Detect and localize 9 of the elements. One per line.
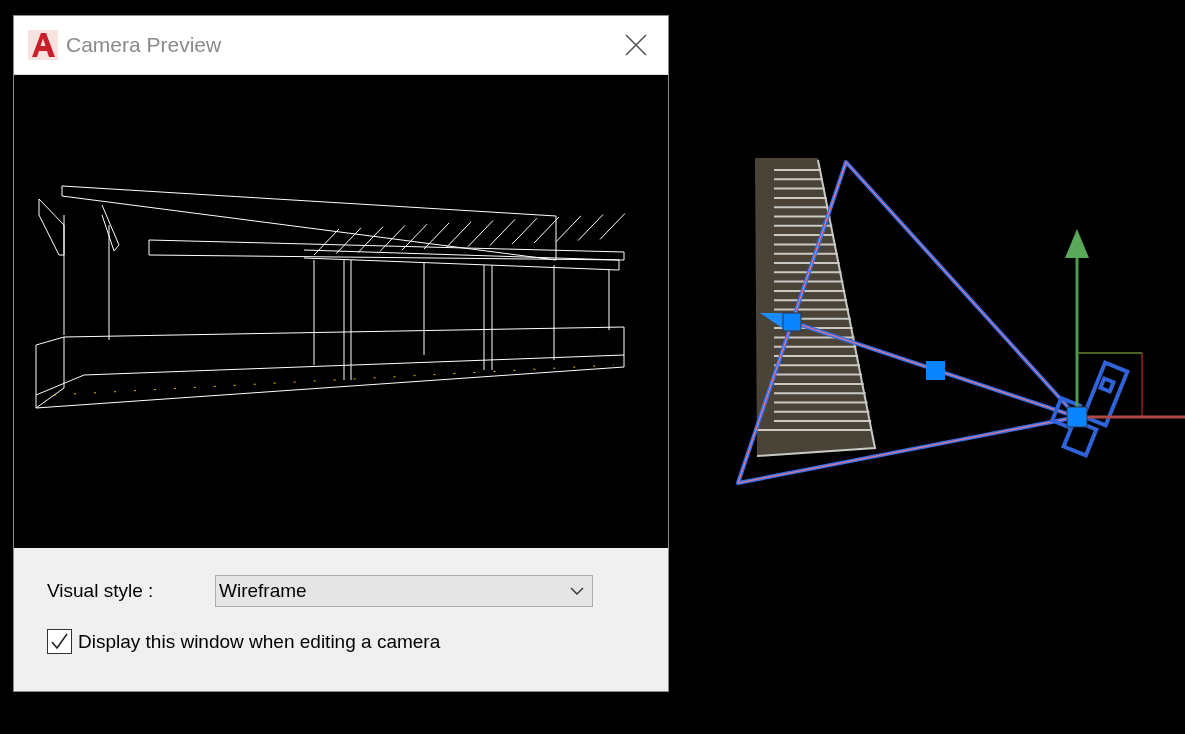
app-logo-icon <box>28 30 58 60</box>
window-title: Camera Preview <box>66 33 223 57</box>
display-window-checkbox[interactable] <box>47 629 72 654</box>
visual-style-dropdown[interactable]: Wireframe <box>215 575 593 607</box>
checkmark-icon <box>49 631 70 652</box>
chevron-down-icon <box>570 587 584 595</box>
close-icon <box>625 34 647 56</box>
visual-style-label: Visual style : <box>47 580 155 602</box>
display-window-label: Display this window when editing a camera <box>78 630 441 653</box>
